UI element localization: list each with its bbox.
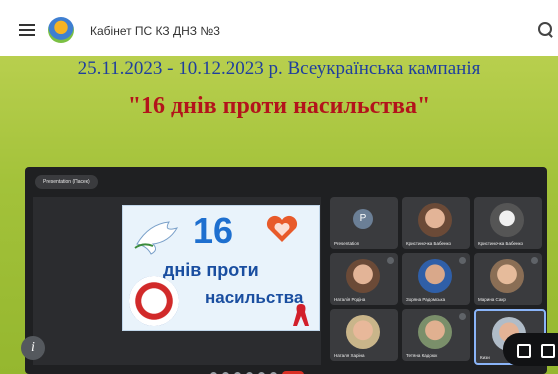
slide-text-line-1: днів проти [163,260,259,280]
participant-tile[interactable]: P Presentation [330,197,398,249]
red-ribbon-icon [293,304,309,326]
participant-name: Марина Сакр [478,297,506,302]
video-meeting-screenshot: Presentation (Пасек) 16 днів проти насил… [25,167,547,374]
participant-name: Наталія Родіна [334,297,366,302]
participant-video [418,203,452,237]
campaign-dates: 25.11.2023 - 10.12.2023 р. Всеукраїнська… [77,58,481,79]
floating-control-bar [503,333,558,366]
participant-tile[interactable]: Кристиночка Бабенко [474,197,542,249]
window-icon[interactable] [541,344,555,358]
participant-video [346,259,380,293]
participant-name: Наталя Харіна [334,353,365,358]
participant-video [490,259,524,293]
slide-number: 16 [193,210,234,251]
presenting-label: Presentation (Пасек) [35,175,98,189]
site-title[interactable]: Кабінет ПС КЗ ДНЗ №3 [90,24,220,38]
participant-name: Кристиночка Бабенко [478,241,524,246]
search-icon[interactable] [538,22,552,36]
participant-tile[interactable]: Кристиночка Бабенко [402,197,470,249]
info-icon[interactable]: i [21,336,45,360]
mic-off-icon [459,313,466,320]
mic-off-icon [387,257,394,264]
heart-icon [266,215,298,242]
participant-video [346,315,380,349]
participant-name: Тетяна Кадоюк [406,353,438,358]
presentation-slide: 16 днів проти насильства [122,205,320,331]
participant-name: Кизи [480,355,490,360]
participant-video [490,203,524,237]
campaign-title: "16 днів проти насильства" [127,93,431,119]
mic-off-icon [459,257,466,264]
participant-name: Presentation [334,241,360,246]
minimize-icon[interactable] [517,344,531,358]
mic-off-icon [531,257,538,264]
avatar: P [353,209,373,229]
participant-tile[interactable]: Марина Сакр [474,253,542,305]
participant-video [418,315,452,349]
dove-icon [134,221,179,255]
menu-icon[interactable] [19,24,35,36]
slide-text-line-2: насильства [205,288,304,307]
participant-tile[interactable]: Тетяна Кадоюк [402,309,470,361]
participant-name: Зоряна Радомська [406,297,446,302]
stop-violence-emblem [129,276,179,326]
top-header: Кабінет ПС КЗ ДНЗ №3 [0,0,558,57]
participant-video [418,259,452,293]
participant-tile[interactable]: Наталія Родіна [330,253,398,305]
participant-tile[interactable]: Наталя Харіна [330,309,398,361]
meeting-controls [210,364,440,374]
participant-name: Кристиночка Бабенко [406,241,452,246]
site-logo[interactable] [48,17,74,43]
participant-tile[interactable]: Зоряна Радомська [402,253,470,305]
